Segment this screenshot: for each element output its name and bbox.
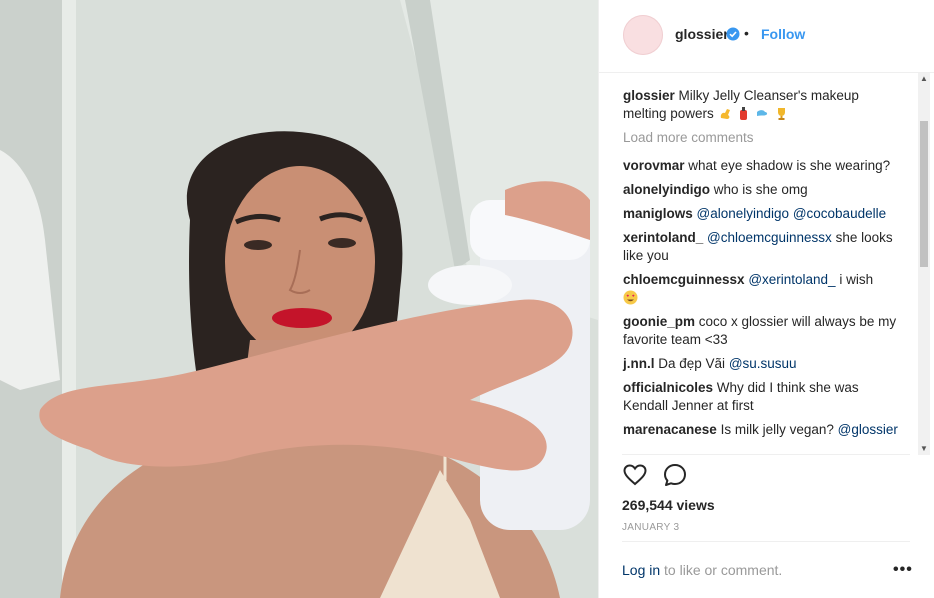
comment-username[interactable]: chloemcguinnessx	[623, 272, 745, 287]
comment-item: officialnicoles Why did I think she was …	[623, 379, 903, 415]
heart-icon[interactable]	[622, 462, 648, 488]
comment-text: what eye shadow is she wearing?	[688, 158, 891, 173]
flexed-biceps-icon	[718, 106, 733, 126]
instagram-post-modal: glossier • Follow glossier Milky Jelly C…	[0, 0, 934, 598]
comment-username[interactable]: vorovmar	[623, 158, 685, 173]
comments-scrollbar[interactable]: ▲ ▼	[918, 73, 930, 455]
login-prompt: Log in to like or comment.	[622, 562, 782, 578]
speech-bubble-icon[interactable]	[662, 462, 688, 488]
header-separator: •	[744, 25, 749, 41]
post-caption: glossier Milky Jelly Cleanser's makeup m…	[623, 87, 903, 126]
post-date[interactable]: JANUARY 3	[622, 522, 679, 533]
smiling-face-with-heart-eyes-icon	[623, 290, 638, 310]
dash-icon	[755, 106, 770, 126]
comment-item: xerintoland_ @chloemcguinnessx she looks…	[623, 229, 903, 265]
post-header: glossier • Follow	[599, 0, 934, 73]
comment-username[interactable]: xerintoland_	[623, 230, 703, 245]
trophy-icon	[774, 106, 789, 126]
fire-extinguisher-icon	[736, 106, 751, 126]
comment-item: maniglows @alonelyindigo @cocobaudelle	[623, 205, 903, 223]
post-author-username[interactable]: glossier	[675, 26, 729, 42]
comment-username[interactable]: marenacanese	[623, 422, 717, 437]
comment-mention[interactable]: @cocobaudelle	[793, 206, 886, 221]
verified-badge-icon	[726, 27, 740, 41]
comment-text: i wish	[839, 272, 874, 287]
comment-mention[interactable]: @chloemcguinnessx	[707, 230, 832, 245]
comment-username[interactable]: alonelyindigo	[623, 182, 710, 197]
comment-mention[interactable]: @xerintoland_	[748, 272, 835, 287]
comment-item: marenacanese Is milk jelly vegan? @gloss…	[623, 421, 903, 439]
comment-username[interactable]: officialnicoles	[623, 380, 713, 395]
post-video[interactable]	[0, 0, 598, 598]
comment-username[interactable]: maniglows	[623, 206, 693, 221]
comment-username[interactable]: goonie_pm	[623, 314, 695, 329]
comment-item: vorovmar what eye shadow is she wearing?	[623, 157, 903, 175]
scroll-down-arrow-icon[interactable]: ▼	[918, 443, 930, 455]
comment-username[interactable]: j.nn.l	[623, 356, 655, 371]
comment-item: j.nn.l Da đẹp Vãi @su.susuu	[623, 355, 903, 373]
load-more-comments[interactable]: Load more comments	[623, 130, 754, 145]
scroll-up-arrow-icon[interactable]: ▲	[918, 73, 930, 85]
divider	[622, 541, 910, 542]
login-prompt-text: to like or comment.	[664, 562, 783, 578]
scrollbar-thumb[interactable]	[920, 121, 928, 267]
comment-mention[interactable]: @alonelyindigo	[697, 206, 790, 221]
comment-item: alonelyindigo who is she omg	[623, 181, 903, 199]
more-options-button[interactable]: •••	[893, 561, 913, 579]
follow-button[interactable]: Follow	[761, 26, 805, 42]
divider	[622, 454, 910, 455]
video-frame-illustration	[0, 0, 598, 598]
comment-item: goonie_pm coco x glossier will always be…	[623, 313, 903, 349]
comment-text: Da đẹp Vãi	[658, 356, 726, 371]
view-count[interactable]: 269,544 views	[622, 497, 715, 513]
login-link[interactable]: Log in	[622, 562, 660, 578]
comment-mention[interactable]: @su.susuu	[729, 356, 797, 371]
caption-username[interactable]: glossier	[623, 88, 675, 103]
comment-mention[interactable]: @glossier	[838, 422, 898, 437]
comment-item: chloemcguinnessx @xerintoland_ i wish	[623, 271, 903, 310]
comment-text: who is she omg	[713, 182, 808, 197]
avatar[interactable]	[623, 15, 663, 55]
comments-list: glossier Milky Jelly Cleanser's makeup m…	[599, 73, 919, 455]
comment-text: Is milk jelly vegan?	[720, 422, 834, 437]
